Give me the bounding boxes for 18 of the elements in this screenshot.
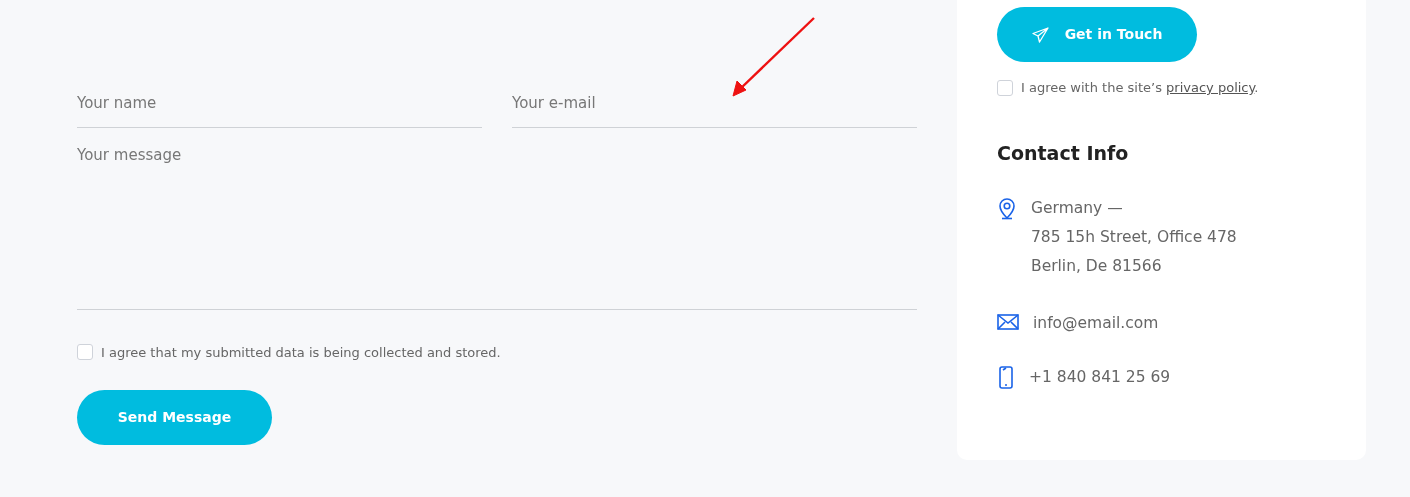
privacy-consent-label: I agree with the site’s privacy policy.: [1021, 79, 1259, 97]
get-in-touch-button[interactable]: Get in Touch: [997, 7, 1197, 62]
paper-plane-icon: [1031, 26, 1049, 43]
contact-line: Berlin, De 81566: [1031, 256, 1163, 277]
contact-line: +1 840 841 25 69: [1029, 367, 1171, 388]
name-field[interactable]: Your name: [77, 84, 482, 128]
contact-line: Germany —: [1031, 198, 1124, 219]
contact-line: info@email.com: [1033, 313, 1159, 334]
send-message-button[interactable]: Send Message: [77, 390, 272, 445]
location-pin-icon: [997, 197, 1017, 220]
contact-info-heading: Contact Info: [997, 140, 1130, 166]
envelope-icon: [997, 312, 1019, 332]
consent-label: I agree that my submitted data is being collected and stored.: [101, 343, 501, 362]
consent-checkbox[interactable]: [77, 344, 93, 361]
smartphone-icon: [997, 366, 1015, 389]
contact-line: 785 15h Street, Office 478: [1031, 227, 1237, 248]
message-field[interactable]: Your message: [77, 143, 917, 310]
privacy-checkbox[interactable]: [997, 79, 1013, 96]
